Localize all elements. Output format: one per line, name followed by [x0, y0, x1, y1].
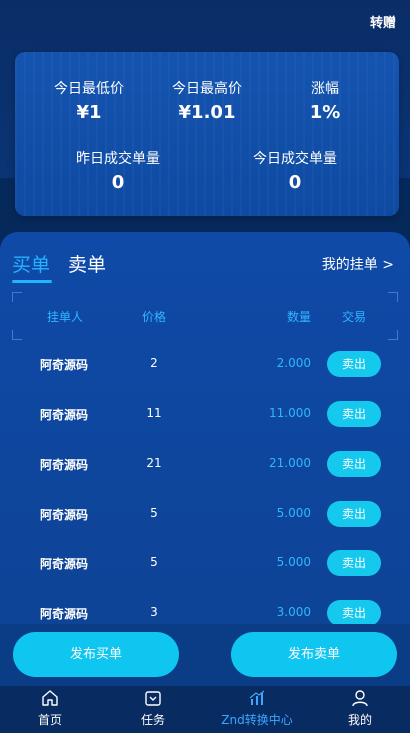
table-row: 阿奇源码 5 5.000 卖出	[0, 548, 410, 578]
lowest-price-value: ¥1	[76, 102, 102, 123]
order-price: 3	[150, 605, 158, 619]
sell-button[interactable]: 卖出	[327, 451, 381, 477]
order-quantity: 5.000	[276, 506, 311, 520]
order-tabs: 买单 卖单	[12, 250, 106, 277]
seller-name: 阿奇源码	[40, 508, 89, 522]
order-price: 11	[146, 406, 162, 420]
order-market-panel: 买单 卖单 我的挂单 > 挂单人 价格 数量 交易 阿奇源码 2 2.000 卖…	[0, 232, 410, 652]
publish-buy-order-button[interactable]: 发布买单	[13, 632, 179, 677]
seller-name: 阿奇源码	[40, 408, 89, 422]
order-quantity: 5.000	[276, 555, 311, 569]
change-stat: 涨幅 1%	[285, 78, 365, 123]
user-icon	[352, 690, 368, 707]
order-price: 5	[150, 506, 158, 520]
column-header-trade: 交易	[342, 310, 367, 324]
nav-label: Znd转换中心	[221, 713, 293, 727]
column-header-seller: 挂单人	[47, 310, 84, 324]
task-icon	[145, 691, 161, 706]
yesterday-volume-stat: 昨日成交单量 0	[63, 148, 173, 193]
today-volume-value: 0	[288, 172, 302, 193]
nav-item-home[interactable]: 首页	[10, 689, 90, 728]
nav-item-tasks[interactable]: 任务	[113, 689, 193, 728]
yesterday-volume-value: 0	[111, 172, 125, 193]
highest-price-label: 今日最高价	[172, 81, 242, 97]
column-header-quantity: 数量	[287, 310, 312, 324]
order-quantity: 2.000	[276, 356, 311, 370]
highest-price-value: ¥1.01	[178, 102, 236, 123]
nav-label: 我的	[347, 713, 372, 727]
order-quantity: 21.000	[269, 456, 311, 470]
order-price: 5	[150, 555, 158, 569]
tab-sell-orders[interactable]: 卖单	[68, 250, 106, 277]
bottom-navigation: 首页 任务 Znd转换中心 我的	[0, 686, 410, 733]
my-orders-link[interactable]: 我的挂单 >	[322, 254, 394, 274]
order-price: 2	[150, 356, 158, 370]
price-stats-card: 今日最低价 ¥1 今日最高价 ¥1.01 涨幅 1% 昨日成交单量 0 今日成交…	[15, 52, 399, 216]
table-row: 阿奇源码 11 11.000 卖出	[0, 399, 410, 429]
table-row: 阿奇源码 5 5.000 卖出	[0, 499, 410, 529]
order-quantity: 3.000	[276, 605, 311, 619]
order-table-header: 挂单人 价格 数量 交易	[12, 292, 398, 340]
publish-sell-order-button[interactable]: 发布卖单	[231, 632, 397, 677]
order-price: 21	[146, 456, 162, 470]
seller-name: 阿奇源码	[40, 358, 89, 372]
nav-label: 任务	[140, 713, 165, 727]
today-volume-label: 今日成交单量	[253, 151, 337, 167]
seller-name: 阿奇源码	[40, 458, 89, 472]
today-volume-stat: 今日成交单量 0	[240, 148, 350, 193]
change-value: 1%	[309, 102, 341, 123]
sell-button[interactable]: 卖出	[327, 501, 381, 527]
lowest-price-label: 今日最低价	[54, 81, 124, 97]
order-quantity: 11.000	[269, 406, 311, 420]
nav-label: 首页	[37, 713, 62, 727]
seller-name: 阿奇源码	[40, 557, 89, 571]
home-icon	[42, 690, 58, 706]
highest-price-stat: 今日最高价 ¥1.01	[163, 78, 251, 123]
chart-icon	[249, 690, 265, 705]
column-header-price: 价格	[142, 310, 167, 324]
sell-button[interactable]: 卖出	[327, 351, 381, 377]
sell-button[interactable]: 卖出	[327, 401, 381, 427]
nav-item-profile[interactable]: 我的	[320, 689, 400, 728]
yesterday-volume-label: 昨日成交单量	[76, 151, 160, 167]
sell-button[interactable]: 卖出	[327, 600, 381, 626]
table-row: 阿奇源码 21 21.000 卖出	[0, 449, 410, 479]
transfer-link[interactable]: 转赠	[370, 12, 396, 31]
publish-action-bar: 发布买单 发布卖单	[0, 624, 410, 686]
sell-button[interactable]: 卖出	[327, 550, 381, 576]
change-label: 涨幅	[311, 81, 339, 97]
table-row: 阿奇源码 2 2.000 卖出	[0, 349, 410, 379]
tab-buy-orders[interactable]: 买单	[12, 250, 50, 277]
lowest-price-stat: 今日最低价 ¥1	[45, 78, 133, 123]
active-tab-indicator	[12, 280, 52, 283]
nav-item-znd-exchange[interactable]: Znd转换中心	[207, 689, 307, 728]
seller-name: 阿奇源码	[40, 607, 89, 621]
